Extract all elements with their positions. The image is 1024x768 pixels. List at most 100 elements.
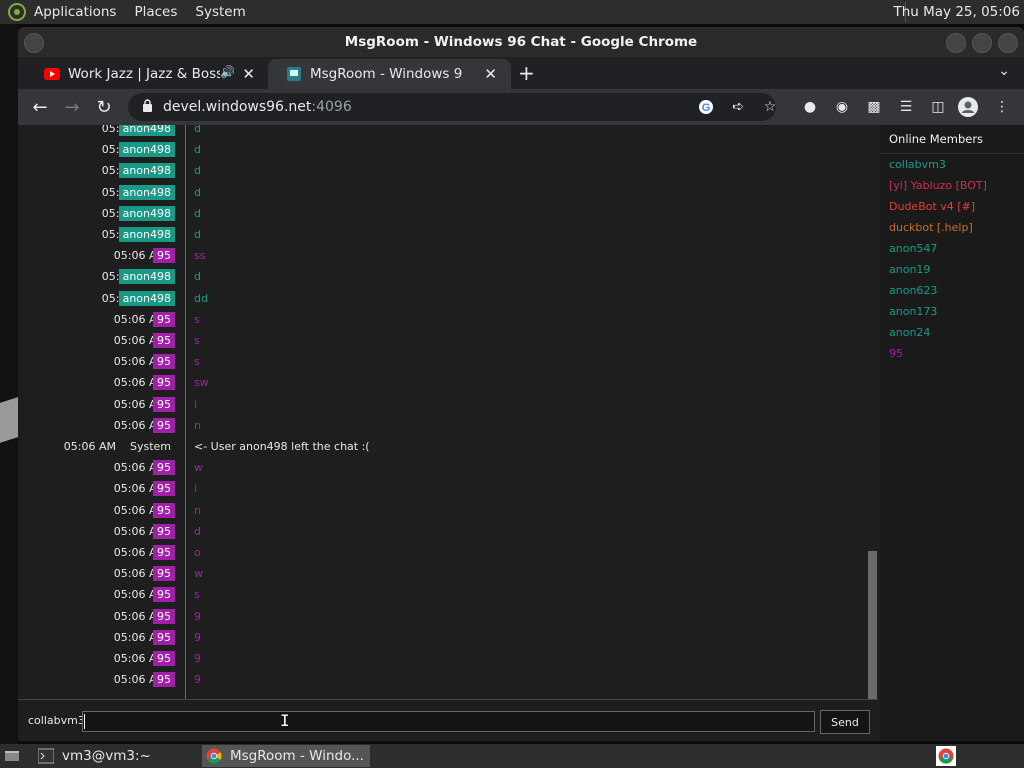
- extension-mouse-icon[interactable]: ●: [800, 97, 820, 117]
- message-author[interactable]: 95: [153, 545, 175, 560]
- message-author[interactable]: 95: [153, 417, 175, 433]
- window-titlebar[interactable]: MsgRoom - Windows 96 Chat - Google Chrom…: [18, 27, 1024, 57]
- message-author[interactable]: 95: [153, 333, 175, 348]
- show-desktop-icon[interactable]: [4, 748, 20, 768]
- message-text: s: [194, 355, 200, 369]
- chat-message-row: 05:06 AManon498d: [18, 139, 878, 160]
- side-panel-icon[interactable]: ◫: [928, 97, 948, 117]
- message-author[interactable]: 95: [153, 523, 175, 539]
- message-timestamp: 05:06 AM: [63, 440, 116, 453]
- message-text: s: [194, 334, 200, 347]
- bookmark-star-icon[interactable]: ☆: [760, 97, 780, 117]
- message-text: w: [194, 567, 203, 581]
- extensions-puzzle-icon[interactable]: ▩: [864, 97, 884, 117]
- message-text: d: [194, 524, 201, 538]
- chat-message-row: 05:06 AManon498d: [18, 182, 878, 203]
- system-menu[interactable]: System: [195, 4, 245, 20]
- media-queue-icon[interactable]: ☰: [896, 97, 916, 117]
- member-item[interactable]: DudeBot v4 [#]: [880, 196, 1024, 217]
- close-window-button[interactable]: [998, 33, 1018, 53]
- member-item[interactable]: collabvm3: [880, 154, 1024, 175]
- message-input[interactable]: [82, 711, 815, 732]
- distro-logo-icon[interactable]: [6, 1, 28, 23]
- chrome-tray-icon[interactable]: [936, 746, 956, 766]
- audio-playing-icon[interactable]: 🔊: [220, 65, 235, 79]
- member-item[interactable]: [yi] Yabluzo [BOT]: [880, 175, 1024, 196]
- tab-msgroom[interactable]: MsgRoom - Windows 96 Chat ✕: [268, 59, 511, 89]
- taskbar-terminal[interactable]: vm3@vm3:~: [34, 745, 194, 767]
- member-item[interactable]: anon24: [880, 322, 1024, 343]
- maximize-button[interactable]: [972, 33, 992, 53]
- google-icon[interactable]: G: [696, 97, 716, 117]
- forward-button[interactable]: →: [58, 93, 86, 121]
- mouse-ibeam-cursor: I: [280, 711, 290, 730]
- message-author[interactable]: anon498: [118, 125, 175, 136]
- address-bar[interactable]: devel.windows96.net:4096: [128, 93, 776, 121]
- applications-menu[interactable]: Applications: [34, 4, 116, 20]
- new-tab-button[interactable]: +: [518, 61, 535, 85]
- message-author[interactable]: anon498: [118, 205, 175, 221]
- msgroom-icon: [286, 66, 302, 82]
- chat-message-row: 05:06 AManon498d: [18, 266, 878, 287]
- message-author[interactable]: 95: [153, 566, 175, 582]
- chat-message-row: 05:06 AManon498d: [18, 203, 878, 224]
- member-list: collabvm3 [yi] Yabluzo [BOT] DudeBot v4 [#…: [880, 154, 1024, 364]
- message-author[interactable]: 95: [153, 608, 175, 624]
- member-item[interactable]: duckbot [.help]: [880, 217, 1024, 238]
- message-text: s: [194, 312, 200, 326]
- message-author[interactable]: anon498: [118, 163, 175, 179]
- tab-title: MsgRoom - Windows 96 Chat: [310, 66, 462, 82]
- member-item[interactable]: 95: [880, 343, 1024, 364]
- message-author[interactable]: anon498: [118, 269, 175, 285]
- clock[interactable]: Thu May 25, 05:06: [893, 4, 1020, 20]
- message-text: 9: [194, 609, 201, 623]
- chat-message-row: 05:06 AM 95 ss: [18, 245, 878, 266]
- chat-message-row: 05:06 AM 95 9: [18, 669, 878, 690]
- kebab-menu-icon[interactable]: ⋮: [992, 97, 1012, 117]
- message-author[interactable]: 95: [153, 502, 175, 518]
- online-members-panel: Online Members collabvm3 [yi] Yabluzo [BO…: [880, 125, 1024, 741]
- message-author[interactable]: System: [126, 439, 175, 454]
- message-author[interactable]: anon498: [118, 184, 175, 200]
- message-author[interactable]: 95: [153, 629, 175, 645]
- message-author[interactable]: 95: [153, 651, 175, 666]
- extension-circle-icon[interactable]: ◉: [832, 97, 852, 117]
- message-author[interactable]: 95: [153, 354, 175, 370]
- reload-button[interactable]: ↻: [90, 93, 118, 121]
- close-tab-icon[interactable]: ✕: [484, 65, 497, 83]
- taskbar-chrome[interactable]: MsgRoom - Windo...: [202, 745, 370, 767]
- message-author[interactable]: anon498: [118, 290, 175, 306]
- places-menu[interactable]: Places: [134, 4, 177, 20]
- url-host: devel.windows96.net: [163, 99, 312, 115]
- message-author[interactable]: 95: [153, 396, 175, 412]
- chat-log[interactable]: 05:06 AManon498d05:06 AManon498d05:06 AM…: [18, 125, 878, 699]
- message-author[interactable]: 95: [153, 375, 175, 391]
- minimize-button[interactable]: [946, 33, 966, 53]
- window-menu-button[interactable]: [24, 33, 44, 53]
- message-author[interactable]: 95: [153, 481, 175, 497]
- message-author[interactable]: 95: [153, 248, 175, 264]
- back-button[interactable]: ←: [26, 93, 54, 121]
- tab-work-jazz[interactable]: Work Jazz | Jazz & Bossa N 🔊 ✕: [26, 59, 269, 89]
- nickname-label[interactable]: collabvm3: [28, 714, 85, 727]
- message-author[interactable]: anon498: [118, 142, 175, 158]
- member-item[interactable]: anon173: [880, 301, 1024, 322]
- member-item[interactable]: anon547: [880, 238, 1024, 259]
- profile-avatar-icon[interactable]: [958, 97, 978, 117]
- terminal-icon: [38, 748, 54, 764]
- lock-icon[interactable]: [142, 98, 153, 116]
- message-author[interactable]: anon498: [118, 227, 175, 242]
- share-icon[interactable]: ➪: [728, 97, 748, 117]
- message-author[interactable]: 95: [153, 311, 175, 327]
- tab-search-chevron-icon[interactable]: ⌄: [998, 63, 1010, 79]
- member-item[interactable]: anon19: [880, 259, 1024, 280]
- send-button[interactable]: Send: [820, 710, 870, 734]
- message-author[interactable]: 95: [153, 460, 175, 476]
- message-text: s: [194, 588, 200, 602]
- close-tab-icon[interactable]: ✕: [242, 65, 255, 83]
- member-item[interactable]: anon623: [880, 280, 1024, 301]
- chat-scrollbar-thumb[interactable]: [868, 551, 877, 699]
- message-author[interactable]: 95: [153, 672, 175, 688]
- message-author[interactable]: 95: [153, 587, 175, 603]
- message-input-bar: collabvm3 I Send: [18, 699, 878, 741]
